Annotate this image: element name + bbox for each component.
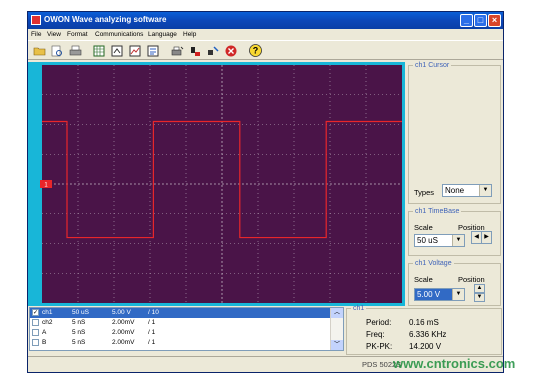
help-icon[interactable]: ? xyxy=(248,44,262,57)
freq-value: 6.336 KHz xyxy=(409,330,447,339)
period-label: Period: xyxy=(366,318,392,327)
scroll-down-icon[interactable]: ﹀ xyxy=(331,340,343,350)
channel-checkbox[interactable]: ✓ xyxy=(32,309,39,316)
cursor-types-select[interactable]: None ▼ xyxy=(442,184,492,197)
channel-probe: / 1 xyxy=(148,319,156,326)
channel-probe: / 1 xyxy=(148,329,156,336)
channel-list-scrollbar[interactable]: ︿ ﹀ xyxy=(330,308,343,350)
cursor-group: ch1 Cursor xyxy=(408,62,501,204)
channel-name: ch1 xyxy=(42,309,53,316)
voltage-position-up[interactable]: ▲ xyxy=(474,284,485,293)
channel-volt: 5.00 V xyxy=(112,309,131,316)
table-icon[interactable] xyxy=(92,44,106,57)
channel-row-b[interactable]: B 5 nS 2.00mV / 1 xyxy=(30,338,330,348)
calculator-icon[interactable] xyxy=(146,44,160,57)
channel-volt: 2.00mV xyxy=(112,329,135,336)
print-setup-icon[interactable] xyxy=(170,44,184,57)
menu-view[interactable]: View xyxy=(47,31,61,38)
toolbar: ? xyxy=(28,40,503,60)
cursor-types-value: None xyxy=(445,186,465,195)
voltage-legend: ch1 Voltage xyxy=(415,260,452,267)
chevron-down-icon: ▼ xyxy=(452,289,464,300)
open-icon[interactable] xyxy=(32,44,46,57)
menu-language[interactable]: Language xyxy=(148,31,177,38)
measurement-legend: ch1 xyxy=(353,305,365,312)
types-label: Types xyxy=(414,188,435,197)
period-value: 0.16 mS xyxy=(409,318,439,327)
timebase-scale-value: 50 uS xyxy=(417,236,438,245)
voltage-position-label: Position xyxy=(458,275,485,284)
pkpk-value: 14.200 V xyxy=(409,342,442,351)
channel-list[interactable]: ✓ ch1 50 uS 5.00 V / 10 ch2 5 nS 2.00mV … xyxy=(29,307,344,351)
channel-checkbox[interactable] xyxy=(32,339,39,346)
chevron-down-icon: ▼ xyxy=(479,185,491,196)
menu-bar: File View Format Communications Language… xyxy=(28,29,503,40)
channel-probe: / 10 xyxy=(148,309,159,316)
waveform-canvas[interactable]: 1 xyxy=(28,62,405,306)
channel-volt: 2.00mV xyxy=(112,319,135,326)
maximize-button[interactable]: □ xyxy=(474,14,487,27)
stop-icon[interactable] xyxy=(224,44,238,57)
print-icon[interactable] xyxy=(68,44,82,57)
channel-probe: / 1 xyxy=(148,339,156,346)
chevron-down-icon: ▼ xyxy=(452,235,464,246)
control-panel: ch1 Cursor Types None ▼ ch1 TimeBase Sca… xyxy=(408,62,501,306)
close-button[interactable]: × xyxy=(488,14,501,27)
cursor-legend: ch1 Cursor xyxy=(415,62,450,69)
minimize-button[interactable]: _ xyxy=(460,14,473,27)
channel-checkbox[interactable] xyxy=(32,329,39,336)
voltage-scale-select[interactable]: 5.00 V ▼ xyxy=(414,288,465,301)
disconnect-icon[interactable] xyxy=(206,44,220,57)
oscilloscope-display[interactable]: 1 xyxy=(28,62,405,306)
freq-label: Freq: xyxy=(366,330,385,339)
channel-row-ch2[interactable]: ch2 5 nS 2.00mV / 1 xyxy=(30,318,330,328)
export-icon[interactable] xyxy=(110,44,124,57)
channel-row-ch1[interactable]: ✓ ch1 50 uS 5.00 V / 10 xyxy=(30,308,330,318)
channel-time: 5 nS xyxy=(72,329,86,336)
channel-name: A xyxy=(42,329,47,336)
voltage-scale-value: 5.00 V xyxy=(417,290,441,299)
watermark: www.cntronics.com xyxy=(393,356,516,371)
channel-row-a[interactable]: A 5 nS 2.00mV / 1 xyxy=(30,328,330,338)
app-window: OWON Wave analyzing software _ □ × File … xyxy=(27,11,504,373)
voltage-scale-label: Scale xyxy=(414,275,433,284)
pkpk-label: PK-PK: xyxy=(366,342,393,351)
window-title: OWON Wave analyzing software xyxy=(44,15,167,24)
channel-time: 50 uS xyxy=(72,309,89,316)
scroll-up-icon[interactable]: ︿ xyxy=(331,308,343,318)
menu-communications[interactable]: Communications xyxy=(95,31,143,38)
connect-icon[interactable] xyxy=(188,44,202,57)
channel-name: B xyxy=(42,339,47,346)
channel-volt: 2.00mV xyxy=(112,339,135,346)
chart-icon[interactable] xyxy=(128,44,142,57)
timebase-scale-select[interactable]: 50 uS ▼ xyxy=(414,234,465,247)
timebase-position-right[interactable]: ▶ xyxy=(481,231,492,244)
print-preview-icon[interactable] xyxy=(50,44,64,57)
channel-name: ch2 xyxy=(42,319,53,326)
app-icon xyxy=(31,15,41,25)
menu-file[interactable]: File xyxy=(31,31,41,38)
title-bar[interactable]: OWON Wave analyzing software _ □ × xyxy=(28,12,503,29)
voltage-position-down[interactable]: ▼ xyxy=(474,293,485,302)
channel-time: 5 nS xyxy=(72,339,86,346)
menu-format[interactable]: Format xyxy=(67,31,88,38)
channel-time: 5 nS xyxy=(72,319,86,326)
timebase-legend: ch1 TimeBase xyxy=(415,208,460,215)
svg-text:?: ? xyxy=(252,46,258,56)
channel-checkbox[interactable] xyxy=(32,319,39,326)
timebase-scale-label: Scale xyxy=(414,223,433,232)
menu-help[interactable]: Help xyxy=(183,31,196,38)
